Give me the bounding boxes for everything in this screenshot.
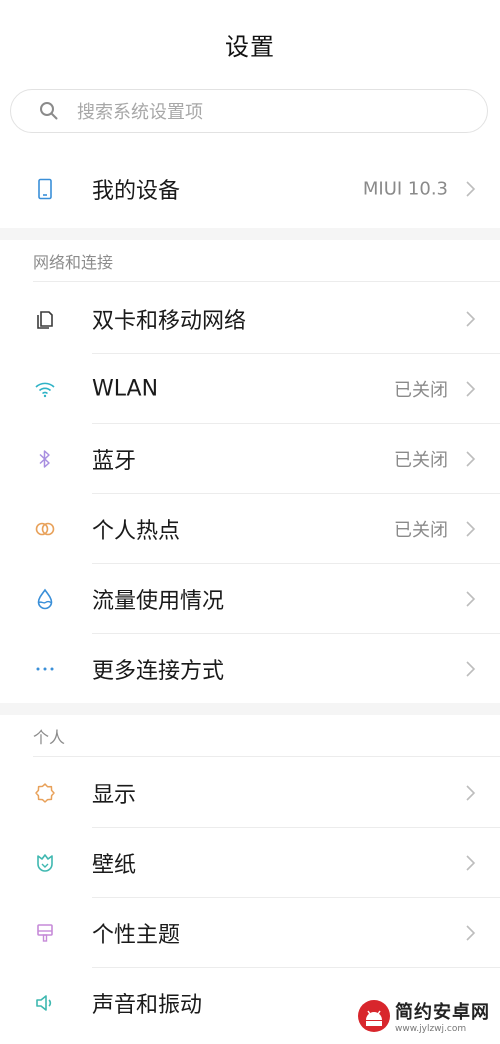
row-wallpaper[interactable]: 壁纸 [0,828,500,898]
chevron-right-icon [466,661,476,677]
row-more-connections[interactable]: 更多连接方式 [0,634,500,704]
row-value: 已关闭 [394,380,448,401]
row-my-device[interactable]: 我的设备 MIUI 10.3 [0,154,500,224]
row-label: 个性主题 [92,923,181,948]
row-display[interactable]: 显示 [0,758,500,828]
watermark-logo-icon [358,1000,390,1032]
wallpaper-icon [33,851,57,875]
bluetooth-icon [33,447,57,471]
brightness-icon [33,781,57,805]
divider [33,756,500,757]
row-value: 已关闭 [394,450,448,471]
search-bar[interactable]: 搜索系统设置项 [10,89,488,133]
row-value: MIUI 10.3 [362,178,448,200]
section-title: 个人 [33,728,66,747]
row-label: 显示 [92,783,137,808]
chevron-right-icon [466,925,476,941]
chevron-right-icon [466,855,476,871]
chevron-right-icon [466,785,476,801]
row-label: 流量使用情况 [92,589,225,614]
section-gap [0,703,500,715]
section-title: 网络和连接 [33,253,114,272]
row-label: 双卡和移动网络 [92,309,247,334]
row-value: 已关闭 [394,520,448,541]
section-gap [0,228,500,240]
row-label: 更多连接方式 [92,659,225,684]
header: 设置 [0,0,500,84]
chevron-right-icon [466,381,476,397]
row-label: 声音和振动 [92,993,203,1018]
data-usage-icon [33,587,57,611]
watermark-name: 简约安卓网 [395,1002,490,1023]
chevron-right-icon [466,591,476,607]
row-label: 我的设备 [92,179,181,204]
chevron-right-icon [466,451,476,467]
watermark: 简约安卓网 www.jylzwj.com [353,996,494,1036]
search-placeholder: 搜索系统设置项 [77,102,203,123]
more-icon [33,657,57,681]
sim-card-icon [33,307,57,331]
chevron-right-icon [466,521,476,537]
row-hotspot[interactable]: 个人热点 已关闭 [0,494,500,564]
hotspot-icon [33,517,57,541]
chevron-right-icon [466,311,476,327]
phone-icon [33,177,57,201]
wifi-icon [33,377,57,401]
section-personal: 个人 [0,715,500,757]
row-data-usage[interactable]: 流量使用情况 [0,564,500,634]
section-network: 网络和连接 [0,240,500,282]
page-title: 设置 [225,32,275,61]
search-icon [39,101,59,121]
theme-icon [33,921,57,945]
chevron-right-icon [466,181,476,197]
row-dual-sim[interactable]: 双卡和移动网络 [0,284,500,354]
sound-icon [33,991,57,1015]
row-bluetooth[interactable]: 蓝牙 已关闭 [0,424,500,494]
row-theme[interactable]: 个性主题 [0,898,500,968]
divider [33,281,500,282]
row-wlan[interactable]: WLAN 已关闭 [0,354,500,424]
row-label: 个人热点 [92,519,181,544]
row-label: WLAN [92,376,159,402]
row-label: 壁纸 [92,853,137,878]
row-label: 蓝牙 [92,449,137,474]
watermark-url: www.jylzwj.com [395,1024,467,1034]
